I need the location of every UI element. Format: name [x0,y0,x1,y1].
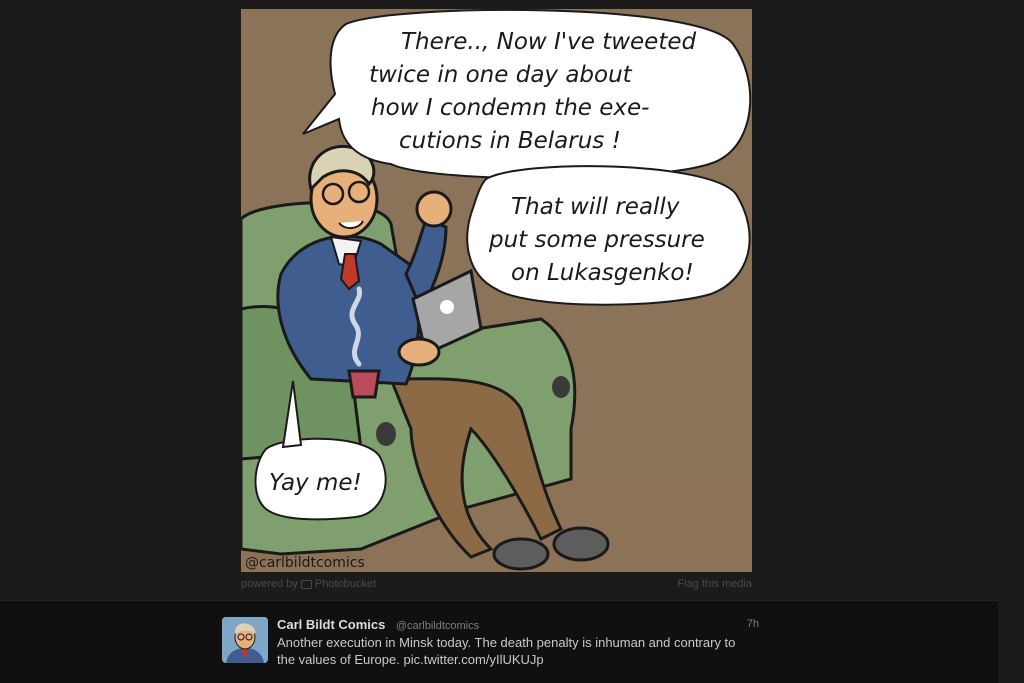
tweet-bar: Carl Bildt Comics @carlbildtcomics 7h An… [0,600,998,683]
bubble1-line1: There.., Now I've tweeted [401,29,697,55]
camera-frame-icon [300,579,312,589]
avatar[interactable] [222,617,268,663]
powered-by-label: powered by [241,578,298,590]
tweet-text-line2: the values of Europe. [277,652,404,667]
provider-name: Photobucket [314,578,377,590]
tweet-text-line1: Another execution in Minsk today. The de… [277,635,736,650]
bubble1-line3: how I condemn the exe- [371,95,649,121]
bubble2-line1: That will really [511,194,680,220]
media-footer: powered by Photobucket Flag this media [241,578,752,592]
bubble2-line3: on Lukasgenko! [511,260,694,286]
tweet-timestamp[interactable]: 7h [747,618,759,630]
tweet-text: Another execution in Minsk today. The de… [277,634,767,668]
author-name[interactable]: Carl Bildt Comics [277,617,385,632]
bubble3-text: Yay me! [269,470,362,496]
bubble2-line2: put some pressure [488,227,705,253]
caricature-avatar-icon [222,617,268,663]
comic-watermark: @carlbildtcomics [245,555,365,571]
flag-media-link[interactable]: Flag this media [677,578,752,590]
tweet-media-link[interactable]: pic.twitter.com/yIlUKUJp [403,652,543,667]
media-frame[interactable]: There.., Now I've tweeted twice in one d… [241,9,752,572]
bubble1-line4: cutions in Belarus ! [399,128,621,154]
powered-by[interactable]: powered by Photobucket [241,578,376,590]
comic-illustration: There.., Now I've tweeted twice in one d… [241,9,752,572]
tweet-header: Carl Bildt Comics @carlbildtcomics 7h [277,616,759,634]
author-handle[interactable]: @carlbildtcomics [396,620,479,632]
bubble1-line2: twice in one day about [369,62,633,88]
